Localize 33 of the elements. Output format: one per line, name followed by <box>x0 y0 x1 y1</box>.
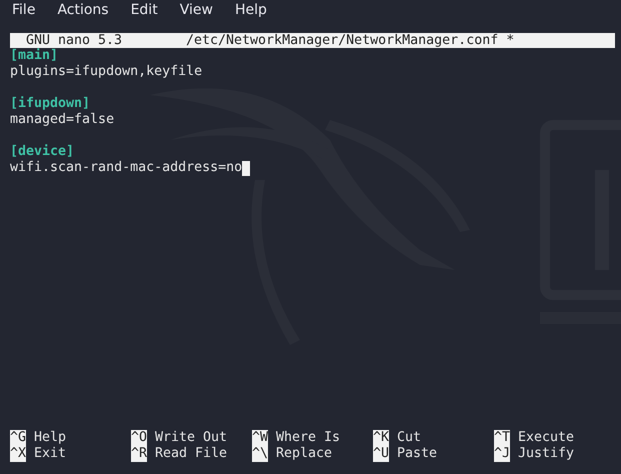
section-header: [main] <box>10 48 58 64</box>
config-line: managed=false <box>10 112 114 128</box>
menu-item[interactable]: File <box>12 2 36 18</box>
menu-item[interactable]: Edit <box>130 2 158 18</box>
menu-item[interactable]: Actions <box>57 2 109 18</box>
shortcut-label: Write Out <box>155 430 228 446</box>
shortcut-label: Help <box>34 430 66 446</box>
menu-item[interactable]: View <box>180 2 213 18</box>
shortcut-key: ^O <box>131 430 147 446</box>
shortcut-label: Exit <box>34 446 66 462</box>
shortcut-key: ^\ <box>252 446 268 462</box>
config-line: plugins=ifupdown,keyfile <box>10 64 202 80</box>
shortcut-label: Replace <box>276 446 332 462</box>
shortcut-key: ^J <box>494 446 510 462</box>
config-line: wifi.scan-rand-mac-address=no <box>10 160 242 176</box>
shortcut-key: ^T <box>494 430 510 446</box>
shortcut-label: Justify <box>518 446 574 462</box>
shortcut-key: ^W <box>252 430 268 446</box>
shortcut-key: ^X <box>10 446 26 462</box>
shortcut-key: ^R <box>131 446 147 462</box>
shortcut-label: Read File <box>155 446 228 462</box>
menu-item[interactable]: Help <box>234 2 267 18</box>
shortcut-key: ^U <box>373 446 389 462</box>
shortcut-key: ^K <box>373 430 389 446</box>
program-name: GNU nano 5.3 <box>25 33 124 48</box>
section-header: [ifupdown] <box>10 96 90 112</box>
shortcut-key: ^G <box>10 430 26 446</box>
shortcut-label: Paste <box>397 446 438 462</box>
section-header: [device] <box>10 144 74 160</box>
shortcut-label: Where Is <box>276 430 340 446</box>
shortcut-label: Execute <box>518 430 574 446</box>
shortcut-label: Cut <box>397 430 422 446</box>
file-name: /etc/NetworkManager/NetworkManager.conf * <box>186 33 514 48</box>
